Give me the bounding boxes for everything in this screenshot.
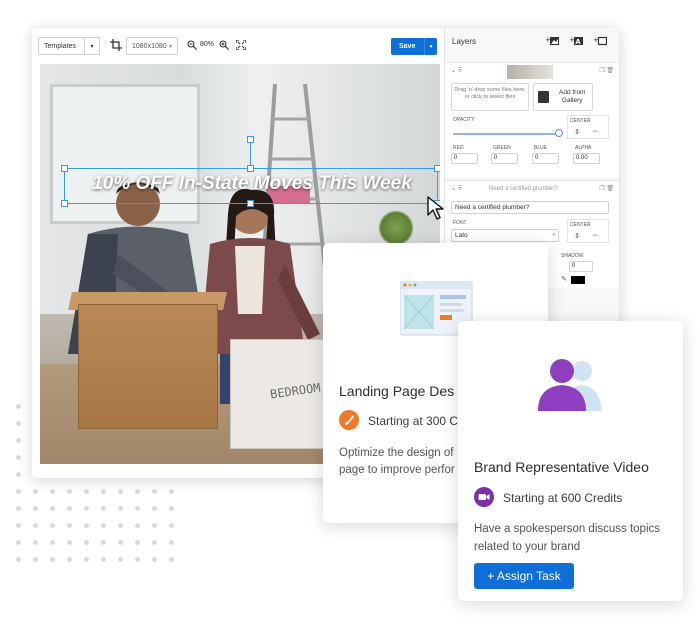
- chevron-down-icon: ▾: [90, 43, 94, 50]
- canvas-size-value: 1080x1080: [132, 42, 167, 50]
- layers-title: Layers: [452, 37, 477, 46]
- red-label: RED: [453, 145, 464, 151]
- alpha-label: ALPHA: [575, 145, 592, 151]
- stage: Templates ▾ 1080x1080 ▾ 80% Save ▼ BEDRO…: [0, 0, 700, 630]
- font-value: Lato: [455, 232, 468, 239]
- font-select[interactable]: Lato ▾: [451, 229, 559, 242]
- card-desc-line2: related to your brand: [474, 541, 581, 553]
- card-desc-line2: page to improve perfor: [339, 464, 455, 476]
- photo-plant: [378, 210, 414, 246]
- spokesperson-icon: [538, 359, 602, 411]
- resize-handle-top-left[interactable]: [61, 165, 68, 172]
- brush-icon: [339, 410, 359, 430]
- chevron-down-icon[interactable]: ▼: [424, 38, 437, 55]
- image-layer-item[interactable]: ⌄ ⠿ ❐ 🗑 Drag 'n' drop some files here, o…: [445, 62, 619, 178]
- rotate-handle-line: [250, 139, 251, 168]
- center-vertical-icon[interactable]: ⇕: [574, 232, 580, 240]
- rotate-handle[interactable]: [247, 136, 254, 143]
- zoom-in-icon[interactable]: [219, 40, 229, 50]
- templates-label: Templates: [44, 42, 76, 50]
- chevron-down-icon: ▾: [552, 232, 555, 238]
- fit-screen-icon[interactable]: [236, 40, 246, 50]
- file-drop-zone[interactable]: Drag 'n' drop some files here, or click …: [451, 83, 529, 111]
- headline-text-layer[interactable]: 10% OFF In-State Moves This Week: [64, 168, 438, 204]
- svg-text:A: A: [575, 38, 581, 46]
- center-horizontal-icon[interactable]: ⇔: [592, 128, 599, 135]
- card-price: Starting at 300 Cr: [368, 414, 463, 428]
- center-label: CENTER: [570, 118, 591, 124]
- font-label: FONT: [453, 220, 467, 226]
- gallery-icon: [538, 91, 550, 103]
- opacity-label: OPACITY: [453, 117, 475, 123]
- opacity-slider-knob[interactable]: [555, 129, 563, 137]
- assign-task-button[interactable]: + Assign Task: [474, 563, 574, 589]
- add-text-layer-icon[interactable]: + A: [569, 36, 583, 46]
- canvas-size-select[interactable]: 1080x1080 ▾: [126, 37, 178, 55]
- red-input[interactable]: 0: [451, 153, 478, 164]
- mouse-pointer-icon: [427, 196, 444, 220]
- crop-icon[interactable]: [110, 39, 122, 51]
- card-title: Landing Page Des: [339, 383, 455, 399]
- add-shape-layer-icon[interactable]: +: [593, 36, 607, 46]
- text-center-controls: CENTER ⇕ ⇔: [567, 219, 609, 243]
- center-controls: CENTER ⇕ ⇔: [567, 115, 609, 139]
- opacity-slider-track[interactable]: [453, 133, 559, 135]
- blue-label: BLUE: [534, 145, 548, 151]
- card-price: Starting at 600 Credits: [503, 491, 623, 505]
- card-title: Brand Representative Video: [474, 459, 649, 475]
- blue-input[interactable]: 0: [532, 153, 559, 164]
- shadow-color-swatch[interactable]: [571, 276, 585, 284]
- center-vertical-icon[interactable]: ⇕: [574, 128, 580, 136]
- resize-handle-bottom[interactable]: [247, 200, 254, 207]
- collapse-chevron-icon[interactable]: ⌄ ⠿: [451, 185, 462, 192]
- add-image-layer-icon[interactable]: +: [545, 36, 559, 46]
- card-desc-line1: Have a spokesperson discuss topics: [474, 523, 661, 535]
- headline-text: 10% OFF In-State Moves This Week: [92, 173, 412, 194]
- center-label: CENTER: [570, 222, 591, 228]
- chevron-down-icon: ▾: [168, 43, 172, 50]
- save-button[interactable]: Save ▼: [391, 38, 437, 55]
- editor-toolbar: Templates ▾ 1080x1080 ▾ 80% Save ▼: [32, 28, 442, 64]
- resize-handle-bottom-left[interactable]: [61, 200, 68, 207]
- text-layer-name: Need a certified plumber?: [489, 186, 558, 192]
- templates-dropdown-toggle[interactable]: ▾: [84, 37, 100, 55]
- resize-handle-top-right[interactable]: [434, 165, 440, 172]
- video-camera-icon: [474, 487, 494, 507]
- layer-actions-icons[interactable]: ❐ 🗑: [599, 185, 614, 192]
- photo-cardboard-box: [78, 304, 218, 429]
- layer-actions-icons[interactable]: ❐ 🗑: [599, 67, 614, 74]
- layer-thumbnail: [507, 65, 553, 79]
- alpha-input[interactable]: 0.00: [573, 153, 600, 164]
- gallery-label: Add from Gallery: [559, 89, 586, 104]
- save-label: Save: [399, 43, 416, 50]
- green-input[interactable]: 0: [491, 153, 518, 164]
- card-desc-line1: Optimize the design of: [339, 447, 454, 459]
- green-label: GREEN: [493, 145, 511, 151]
- zoom-level: 80%: [200, 41, 215, 48]
- add-from-gallery-button[interactable]: Add from Gallery: [533, 83, 593, 111]
- service-card-brand-video[interactable]: Brand Representative Video Starting at 6…: [458, 321, 683, 601]
- collapse-chevron-icon[interactable]: ⌄ ⠿: [451, 67, 462, 74]
- shadow-label: SHADOW: [561, 253, 584, 259]
- zoom-out-icon[interactable]: [187, 40, 197, 50]
- layer-text-input[interactable]: Need a certified plumber?: [451, 201, 609, 214]
- shadow-input[interactable]: 0: [569, 261, 593, 272]
- resize-handle-top[interactable]: [247, 165, 254, 172]
- center-horizontal-icon[interactable]: ⇔: [592, 232, 599, 239]
- eyedropper-icon[interactable]: ✎: [561, 275, 567, 283]
